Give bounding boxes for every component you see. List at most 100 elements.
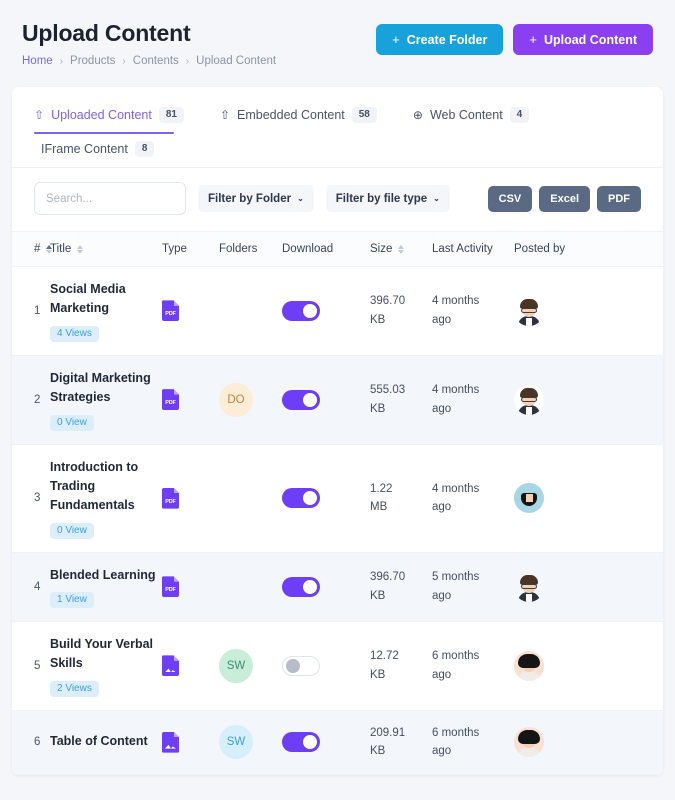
cell-last-activity: 5 monthsago [432, 552, 514, 621]
cell-last-activity: 6 monthsago [432, 622, 514, 711]
download-toggle[interactable] [282, 656, 320, 676]
tab-label: Embedded Content [237, 108, 345, 122]
header-actions: + Create Folder + Upload Content [376, 18, 653, 55]
table-row[interactable]: 3Introduction to Trading Fundamentals0 V… [12, 444, 663, 552]
toggle-knob [303, 580, 317, 594]
image-file-icon [162, 655, 179, 676]
column-header-size[interactable]: Size [370, 232, 432, 267]
tab-uploaded-content[interactable]: ⇧Uploaded Content81 [34, 99, 184, 133]
export-excel-button[interactable]: Excel [539, 186, 590, 212]
content-card: ⇧Uploaded Content81 ⇧ Embedded Content 58 ⊕W… [12, 87, 663, 775]
size-value: 396.70 [370, 295, 405, 307]
page-title: Upload Content [22, 20, 276, 47]
folder-badge[interactable]: SW [219, 725, 253, 759]
cell-row-number: 1 [12, 267, 50, 356]
table-row[interactable]: 1Social Media Marketing4 ViewsPDF396.70K… [12, 267, 663, 356]
cell-title: Social Media Marketing4 Views [50, 267, 162, 356]
export-csv-button[interactable]: CSV [488, 186, 533, 212]
cell-download [282, 710, 370, 774]
tab-count-badge: 58 [352, 107, 377, 123]
size-value: 555.03 [370, 384, 405, 396]
size-value: 12.72 [370, 650, 399, 662]
column-header-title[interactable]: Title [50, 232, 162, 267]
column-label: Posted by [514, 243, 565, 255]
size-value: 1.22 [370, 483, 392, 495]
cell-posted-by [514, 622, 663, 711]
toggle-knob [303, 735, 317, 749]
download-toggle[interactable] [282, 732, 320, 752]
upload-content-page: Upload Content Home›Products›Contents›Up… [0, 0, 675, 800]
column-label: Last Activity [432, 243, 493, 255]
cell-last-activity: 4 months ago [432, 355, 514, 444]
size-value: 209.91 [370, 727, 405, 739]
cell-size: 1.22MB [370, 444, 432, 552]
content-table: #TitleTypeFoldersDownloadSizeLast Activi… [12, 231, 663, 775]
pdf-file-icon: PDF [162, 488, 179, 509]
cell-posted-by [514, 710, 663, 774]
table-head: #TitleTypeFoldersDownloadSizeLast Activi… [12, 232, 663, 267]
cell-title: Build Your Verbal Skills2 Views [50, 622, 162, 711]
cell-folder: SW [219, 710, 282, 774]
download-toggle[interactable] [282, 488, 320, 508]
tab-count-badge: 4 [510, 107, 530, 123]
column-label: # [34, 243, 40, 255]
cell-row-number: 2 [12, 355, 50, 444]
download-toggle[interactable] [282, 301, 320, 321]
table-row[interactable]: 5Build Your Verbal Skills2 Views SW 12.72 K… [12, 622, 663, 711]
cell-folder [219, 552, 282, 621]
cell-posted-by [514, 267, 663, 356]
table-row[interactable]: 6Table of ContentSW209.91KB6 monthsago [12, 710, 663, 774]
folder-badge[interactable]: SW [219, 649, 253, 683]
globe-icon: ⊕ [413, 109, 423, 121]
cell-row-number: 5 [12, 622, 50, 711]
cell-type: PDF [162, 444, 219, 552]
cell-download [282, 267, 370, 356]
table-header-row: #TitleTypeFoldersDownloadSizeLast Activi… [12, 232, 663, 267]
sort-icon[interactable] [398, 245, 404, 254]
download-toggle[interactable] [282, 577, 320, 597]
cell-type: PDF [162, 552, 219, 621]
filter-by-file-type-dropdown[interactable]: Filter by file type ⌄ [326, 185, 450, 212]
content-title: Social Media Marketing [50, 280, 162, 319]
column-header-folders: Folders [219, 232, 282, 267]
upload-content-button[interactable]: + Upload Content [513, 24, 653, 55]
cell-download [282, 444, 370, 552]
breadcrumb-item-home[interactable]: Home [22, 55, 53, 67]
search-input[interactable] [34, 182, 186, 215]
avatar [514, 727, 544, 757]
cell-download [282, 355, 370, 444]
content-title: Blended Learning [50, 566, 162, 585]
breadcrumb-separator: › [122, 56, 125, 67]
tab-iframe-content[interactable]: IFrame Content8 [34, 133, 154, 167]
file-type-label: PDF [163, 587, 178, 593]
file-type-label: PDF [163, 499, 178, 505]
upload-icon: ⇧ [220, 109, 230, 121]
breadcrumb-separator: › [60, 56, 63, 67]
column-header-[interactable]: # [12, 232, 50, 267]
size-unit: KB [370, 403, 385, 415]
export-pdf-button[interactable]: PDF [597, 186, 641, 212]
content-title: Table of Content [50, 732, 162, 751]
column-header-download: Download [282, 232, 370, 267]
size-unit: KB [370, 669, 385, 681]
cell-posted-by [514, 444, 663, 552]
create-folder-button[interactable]: + Create Folder [376, 24, 503, 55]
avatar [514, 385, 544, 415]
filter-by-folder-label: Filter by Folder [208, 193, 291, 205]
views-badge: 0 View [50, 523, 94, 539]
activity-value: 4 months [432, 384, 479, 396]
table-row[interactable]: 2Digital Marketing Strategies0 ViewPDFDO… [12, 355, 663, 444]
cell-type [162, 622, 219, 711]
filter-by-folder-dropdown[interactable]: Filter by Folder ⌄ [198, 185, 314, 212]
table-row[interactable]: 4Blended Learning1 ViewPDF396.70KB5 mont… [12, 552, 663, 621]
cell-title: Blended Learning1 View [50, 552, 162, 621]
tab-web-content[interactable]: ⊕Web Content4 [413, 99, 529, 133]
download-toggle[interactable] [282, 390, 320, 410]
sort-icon[interactable] [77, 245, 83, 254]
cell-posted-by [514, 552, 663, 621]
activity-suffix: ago [432, 501, 451, 513]
pdf-file-icon: PDF [162, 389, 179, 410]
tab-embedded-content[interactable]: ⇧ Embedded Content 58 [220, 99, 377, 133]
activity-suffix: ago [432, 403, 451, 415]
folder-badge[interactable]: DO [219, 383, 253, 417]
